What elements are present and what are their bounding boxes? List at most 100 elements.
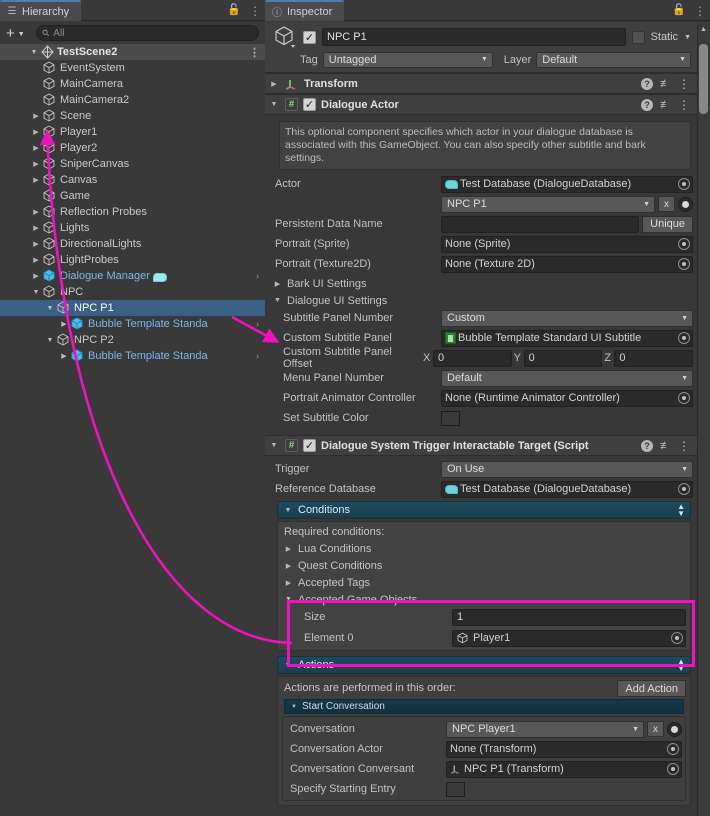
chevron-down-icon[interactable]: ▼ — [28, 49, 40, 56]
section-header-actions[interactable]: ▼ Actions ▲ ▼ — [277, 656, 691, 674]
hierarchy-item-maincamera2[interactable]: ▶ MainCamera2 — [0, 92, 265, 108]
tab-hierarchy[interactable]: ☰ Hierarchy — [0, 0, 82, 21]
layer-dropdown[interactable]: Default ▼ — [536, 51, 691, 68]
conversation-conversant-objectfield[interactable]: NPC P1 (Transform) — [446, 760, 682, 778]
foldout-lua-conditions[interactable]: ▶ Lua Conditions — [282, 540, 686, 557]
hierarchy-item-maincamera[interactable]: ▶ MainCamera — [0, 76, 265, 92]
chevron-right-icon[interactable]: ▶ — [30, 208, 42, 216]
hierarchy-item-eventsystem[interactable]: ▶ EventSystem — [0, 60, 265, 76]
chevron-down-icon[interactable]: ▼ — [44, 337, 56, 344]
object-picker-icon[interactable] — [671, 632, 683, 644]
actor-database-objectfield[interactable]: Test Database (DialogueDatabase) — [441, 175, 693, 193]
object-picker-icon[interactable] — [667, 743, 679, 755]
hierarchy-item-lightprobes[interactable]: ▶ LightProbes — [0, 252, 265, 268]
inspector-scrollbar-thumb[interactable] — [699, 44, 708, 114]
open-prefab-icon[interactable]: › — [256, 319, 259, 329]
hierarchy-item-lights[interactable]: ▶ Lights — [0, 220, 265, 236]
hierarchy-item-player2[interactable]: ▶ Player2 — [0, 140, 265, 156]
unique-button[interactable]: Unique — [642, 215, 693, 233]
foldout-accepted-tags[interactable]: ▶ Accepted Tags — [282, 574, 686, 591]
object-picker-icon[interactable] — [678, 178, 690, 190]
tag-dropdown[interactable]: Untagged ▼ — [322, 51, 493, 68]
hierarchy-tree[interactable]: ▼ TestScene2 ⋮ ▶ EventSystem ▶ MainCamera ▶ M… — [0, 44, 265, 816]
scene-row[interactable]: ▼ TestScene2 ⋮ — [0, 44, 265, 60]
hierarchy-item-dialogue-manager[interactable]: ▶ Dialogue Manager › — [0, 268, 265, 284]
chevron-down-icon[interactable]: ▼ — [30, 289, 42, 296]
specify-starting-entry-checkbox[interactable] — [446, 781, 465, 797]
help-icon[interactable]: ? — [641, 439, 653, 452]
preset-icon[interactable]: ≢ — [660, 78, 671, 90]
actor-clear-button[interactable]: x — [658, 196, 675, 212]
size-input[interactable]: 1 — [452, 608, 686, 626]
foldout-accepted-game-objects[interactable]: ▼ Accepted Game Objects — [282, 591, 686, 608]
component-menu-icon[interactable]: ⋮ — [678, 98, 690, 112]
chevron-right-icon[interactable]: ▶ — [268, 80, 280, 88]
hierarchy-item-player1[interactable]: ▶ Player1 — [0, 124, 265, 140]
chevron-right-icon[interactable]: ▶ — [30, 144, 42, 152]
help-icon[interactable]: ? — [641, 98, 653, 111]
offset-x-input[interactable]: 0 — [433, 349, 512, 367]
component-header-dialogue-actor[interactable]: ▼ # ✓ Dialogue Actor ? ≢ ⋮ — [265, 94, 697, 115]
object-picker-icon[interactable] — [678, 238, 690, 250]
scroll-up-icon[interactable]: ▲ — [699, 26, 708, 33]
conversation-clear-button[interactable]: x — [647, 721, 664, 737]
offset-z-input[interactable]: 0 — [614, 349, 694, 367]
trigger-dropdown[interactable]: On Use ▼ — [441, 460, 693, 478]
preset-icon[interactable]: ≢ — [660, 440, 671, 452]
chevron-right-icon[interactable]: ▶ — [30, 240, 42, 248]
chevron-down-icon[interactable]: ▼ — [268, 442, 280, 449]
hierarchy-item-npc-p2[interactable]: ▼ NPC P2 — [0, 332, 265, 348]
chevron-right-icon[interactable]: ▶ — [58, 352, 70, 360]
conversation-dropdown[interactable]: NPC Player1 ▼ — [446, 720, 644, 738]
open-prefab-icon[interactable]: › — [256, 271, 259, 281]
hierarchy-item-canvas[interactable]: ▶ Canvas — [0, 172, 265, 188]
preset-icon[interactable]: ≢ — [660, 99, 671, 111]
chevron-right-icon[interactable]: ▶ — [30, 160, 42, 168]
hierarchy-item-directionallights[interactable]: ▶ DirectionalLights — [0, 236, 265, 252]
chevron-right-icon[interactable]: ▶ — [30, 256, 42, 264]
conversation-pick-button[interactable] — [667, 721, 682, 737]
component-menu-icon[interactable]: ⋮ — [678, 439, 690, 453]
add-gameobject-button[interactable]: + ▼ — [4, 25, 27, 42]
chevron-down-icon[interactable]: ▼ — [268, 101, 280, 108]
hierarchy-menu-icon[interactable]: ⋮ — [249, 5, 261, 17]
static-checkbox[interactable]: ✓ — [631, 30, 645, 44]
inspector-menu-icon[interactable]: ⋮ — [694, 5, 706, 17]
tab-inspector[interactable]: ⓘ Inspector — [265, 0, 345, 21]
element-0-objectfield[interactable]: Player1 — [452, 629, 686, 647]
foldout-bark-ui-settings[interactable]: ▶ Bark UI Settings — [271, 275, 693, 292]
object-picker-icon[interactable] — [678, 332, 690, 344]
reorder-handle-icon[interactable]: ▲ ▼ — [677, 503, 685, 518]
scene-menu-icon[interactable]: ⋮ — [249, 46, 260, 59]
offset-y-input[interactable]: 0 — [523, 349, 603, 367]
chevron-right-icon[interactable]: ▶ — [30, 112, 42, 120]
lock-icon[interactable]: 🔓 — [672, 5, 686, 16]
hierarchy-item-reflection-probes[interactable]: ▶ Reflection Probes — [0, 204, 265, 220]
portrait-sprite-objectfield[interactable]: None (Sprite) — [441, 235, 693, 253]
actor-dropdown[interactable]: NPC P1 ▼ — [441, 195, 655, 213]
chevron-right-icon[interactable]: ▶ — [30, 272, 42, 280]
chevron-right-icon[interactable]: ▶ — [30, 176, 42, 184]
component-header-dialogue-system-trigger[interactable]: ▼ # ✓ Dialogue System Trigger Interactab… — [265, 435, 697, 456]
hierarchy-item-game[interactable]: ▶ Game — [0, 188, 265, 204]
object-picker-icon[interactable] — [678, 392, 690, 404]
actor-pick-button[interactable] — [678, 196, 693, 212]
static-dropdown-icon[interactable]: ▼ — [684, 34, 691, 41]
component-header-transform[interactable]: ▶ Transform ? ≢ ⋮ — [265, 73, 697, 94]
reference-database-objectfield[interactable]: Test Database (DialogueDatabase) — [441, 480, 693, 498]
chevron-right-icon[interactable]: ▶ — [30, 224, 42, 232]
menu-panel-number-dropdown[interactable]: Default ▼ — [441, 369, 693, 387]
chevron-right-icon[interactable]: ▶ — [30, 128, 42, 136]
foldout-dialogue-ui-settings[interactable]: ▼ Dialogue UI Settings — [271, 292, 693, 309]
hierarchy-item-bubble-template-standa[interactable]: ▶ Bubble Template Standa › — [0, 348, 265, 364]
open-prefab-icon[interactable]: › — [256, 351, 259, 361]
component-enabled-checkbox[interactable]: ✓ — [303, 439, 316, 452]
hierarchy-item-snipercanvas[interactable]: ▶ SniperCanvas — [0, 156, 265, 172]
hierarchy-item-bubble-template-standa[interactable]: ▶ Bubble Template Standa › — [0, 316, 265, 332]
chevron-down-icon[interactable]: ▼ — [44, 305, 56, 312]
lock-icon[interactable]: 🔓 — [227, 5, 241, 16]
persistent-data-name-input[interactable] — [441, 215, 640, 233]
help-icon[interactable]: ? — [641, 77, 653, 90]
component-menu-icon[interactable]: ⋮ — [678, 77, 690, 91]
object-picker-icon[interactable] — [667, 763, 679, 775]
